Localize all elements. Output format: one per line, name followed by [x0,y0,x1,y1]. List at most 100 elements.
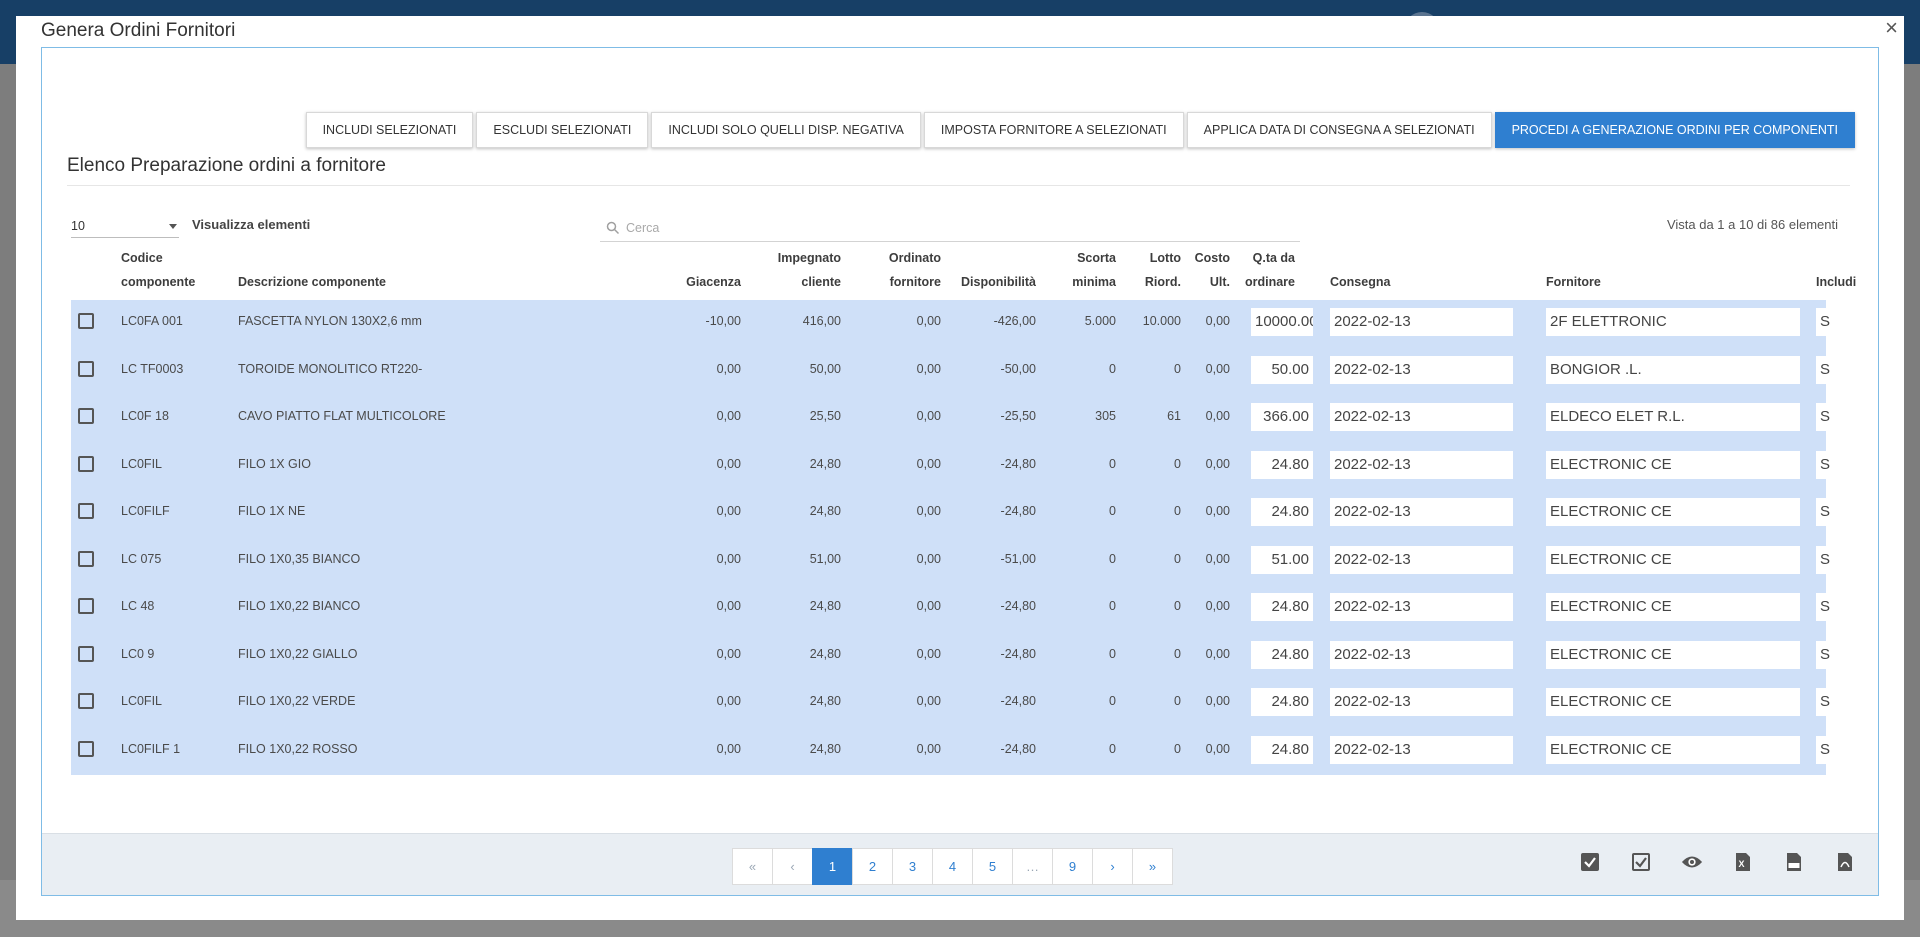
include-flag-input[interactable]: S [1816,735,1861,764]
table-row[interactable]: LC 075 FILO 1X0,35 BIANCO 0,00 51,00 0,00 -51… [71,538,1861,586]
row-checkbox[interactable] [78,740,94,757]
row-checkbox[interactable] [78,360,94,377]
supplier-input[interactable]: ELECTRONIC CE [1546,640,1800,669]
cell-scorta: 0 [1109,456,1116,471]
page-last-button[interactable]: » [1132,848,1173,885]
qty-input[interactable]: 24.80 [1251,593,1313,621]
qty-input[interactable]: 366.00 [1251,403,1313,431]
table-row[interactable]: LC0FILF FILO 1X NE 0,00 24,80 0,00 -24,80 0 0 0,… [71,490,1861,538]
page-9-button[interactable]: 9 [1052,848,1093,885]
delivery-date-input[interactable]: 2022-02-13 [1330,640,1513,669]
header-codice[interactable]: Codice componente [121,246,195,294]
include-flag-input[interactable]: S [1816,308,1861,336]
table-row[interactable]: LC0FA 001 FASCETTA NYLON 130X2,6 mm -10,00… [71,300,1861,348]
header-qta[interactable]: Q.ta da ordinare [1231,246,1295,294]
qty-input[interactable]: 50.00 [1251,355,1313,384]
table-row[interactable]: LC TF0003 TOROIDE MONOLITICO RT220- 0,00 50… [71,348,1861,396]
include-flag-input[interactable]: S [1816,545,1861,574]
include-flag-input[interactable]: S [1816,355,1861,384]
supplier-input[interactable]: ELECTRONIC CE [1546,688,1800,716]
header-ordinato[interactable]: Ordinato fornitore [841,246,941,294]
header-impegnato[interactable]: Impegnato cliente [741,246,841,294]
pdf-file-icon[interactable] [1834,851,1856,873]
cell-ordinato: 0,00 [916,456,941,471]
supplier-input[interactable]: ELECTRONIC CE [1546,593,1800,621]
supplier-input[interactable]: ELECTRONIC CE [1546,498,1800,526]
include-flag-input[interactable]: S [1816,688,1861,716]
qty-input[interactable]: 24.80 [1251,735,1313,764]
check-all-icon[interactable] [1579,851,1601,873]
page-next-button[interactable]: › [1092,848,1133,885]
row-checkbox[interactable] [78,693,94,709]
header-giacenza[interactable]: Giacenza [641,270,741,294]
supplier-input[interactable]: ELDECO ELET R.L. [1546,403,1800,431]
delivery-date-input[interactable]: 2022-02-13 [1330,545,1513,574]
set-supplier-button[interactable]: IMPOSTA FORNITORE A SELEZIONATI [923,112,1184,148]
supplier-input[interactable]: 2F ELETTRONIC [1546,308,1800,336]
qty-input[interactable]: 51.00 [1251,545,1313,574]
excel-file-icon[interactable]: X [1732,851,1754,873]
qty-input[interactable]: 24.80 [1251,688,1313,716]
include-flag-input[interactable]: S [1816,450,1861,479]
row-checkbox[interactable] [78,455,94,472]
qty-input[interactable]: 24.80 [1251,640,1313,669]
page-3-button[interactable]: 3 [892,848,933,885]
table-row[interactable]: LC0FIL FILO 1X0,22 VERDE 0,00 24,80 0,00 -24,… [71,680,1861,728]
include-selected-button[interactable]: INCLUDI SELEZIONATI [305,112,474,148]
include-flag-input[interactable]: S [1816,593,1861,621]
include-flag-input[interactable]: S [1816,403,1861,431]
include-negative-availability-button[interactable]: INCLUDI SOLO QUELLI DISP. NEGATIVA [651,112,921,148]
header-costo[interactable]: Costo Ult. [1181,246,1230,294]
header-fornitore[interactable]: Fornitore [1546,270,1601,294]
header-scorta[interactable]: Scorta minima [1041,246,1116,294]
qty-input[interactable]: 24.80 [1251,498,1313,526]
header-consegna[interactable]: Consegna [1330,270,1390,294]
header-includi[interactable]: Includi [1816,270,1856,294]
row-checkbox[interactable] [78,645,94,662]
delivery-date-input[interactable]: 2022-02-13 [1330,735,1513,764]
apply-delivery-date-button[interactable]: APPLICA DATA DI CONSEGNA A SELEZIONATI [1186,112,1492,148]
generate-orders-button[interactable]: PROCEDI A GENERAZIONE ORDINI PER COMPONE… [1494,112,1855,148]
delivery-date-input[interactable]: 2022-02-13 [1330,403,1513,431]
table-row[interactable]: LC0 9 FILO 1X0,22 GIALLO 0,00 24,80 0,00 -24,… [71,633,1861,681]
table-row[interactable]: LC0FIL FILO 1X GIO 0,00 24,80 0,00 -24,80 0 0 0,… [71,443,1861,491]
row-checkbox[interactable] [78,313,94,329]
page-1-button[interactable]: 1 [812,848,853,885]
page-5-button[interactable]: 5 [972,848,1013,885]
check-outline-icon[interactable] [1630,851,1652,873]
header-disponibilita[interactable]: Disponibilità [941,270,1036,294]
row-checkbox[interactable] [78,598,94,614]
exclude-selected-button[interactable]: ESCLUDI SELEZIONATI [476,112,649,148]
page-length-select[interactable]: 10 [71,216,179,238]
supplier-input[interactable]: ELECTRONIC CE [1546,545,1800,574]
eye-icon[interactable] [1681,851,1703,873]
row-checkbox[interactable] [78,550,94,567]
header-lotto[interactable]: Lotto Riord. [1121,246,1181,294]
close-icon[interactable]: × [1885,16,1898,40]
row-checkbox[interactable] [78,503,94,519]
csv-file-icon[interactable] [1783,851,1805,873]
page-first-button[interactable]: « [732,848,773,885]
include-flag-input[interactable]: S [1816,498,1861,526]
delivery-date-input[interactable]: 2022-02-13 [1330,593,1513,621]
page-4-button[interactable]: 4 [932,848,973,885]
supplier-input[interactable]: ELECTRONIC CE [1546,450,1800,479]
supplier-input[interactable]: BONGIOR .L. [1546,355,1800,384]
row-checkbox[interactable] [78,408,94,424]
search-input[interactable] [624,218,1284,238]
qty-input[interactable]: 10000.00 [1251,308,1313,336]
table-row[interactable]: LC0FILF 1 FILO 1X0,22 ROSSO 0,00 24,80 0,00 -… [71,728,1861,776]
include-flag-input[interactable]: S [1816,640,1861,669]
delivery-date-input[interactable]: 2022-02-13 [1330,688,1513,716]
table-row[interactable]: LC 48 FILO 1X0,22 BIANCO 0,00 24,80 0,00 -24,… [71,585,1861,633]
delivery-date-input[interactable]: 2022-02-13 [1330,498,1513,526]
table-row[interactable]: LC0F 18 CAVO PIATTO FLAT MULTICOLORE 0,00 2… [71,395,1861,443]
delivery-date-input[interactable]: 2022-02-13 [1330,355,1513,384]
page-prev-button[interactable]: ‹ [772,848,813,885]
delivery-date-input[interactable]: 2022-02-13 [1330,450,1513,479]
header-descrizione[interactable]: Descrizione componente [238,270,386,294]
delivery-date-input[interactable]: 2022-02-13 [1330,308,1513,336]
qty-input[interactable]: 24.80 [1251,450,1313,479]
page-2-button[interactable]: 2 [852,848,893,885]
supplier-input[interactable]: ELECTRONIC CE [1546,735,1800,764]
